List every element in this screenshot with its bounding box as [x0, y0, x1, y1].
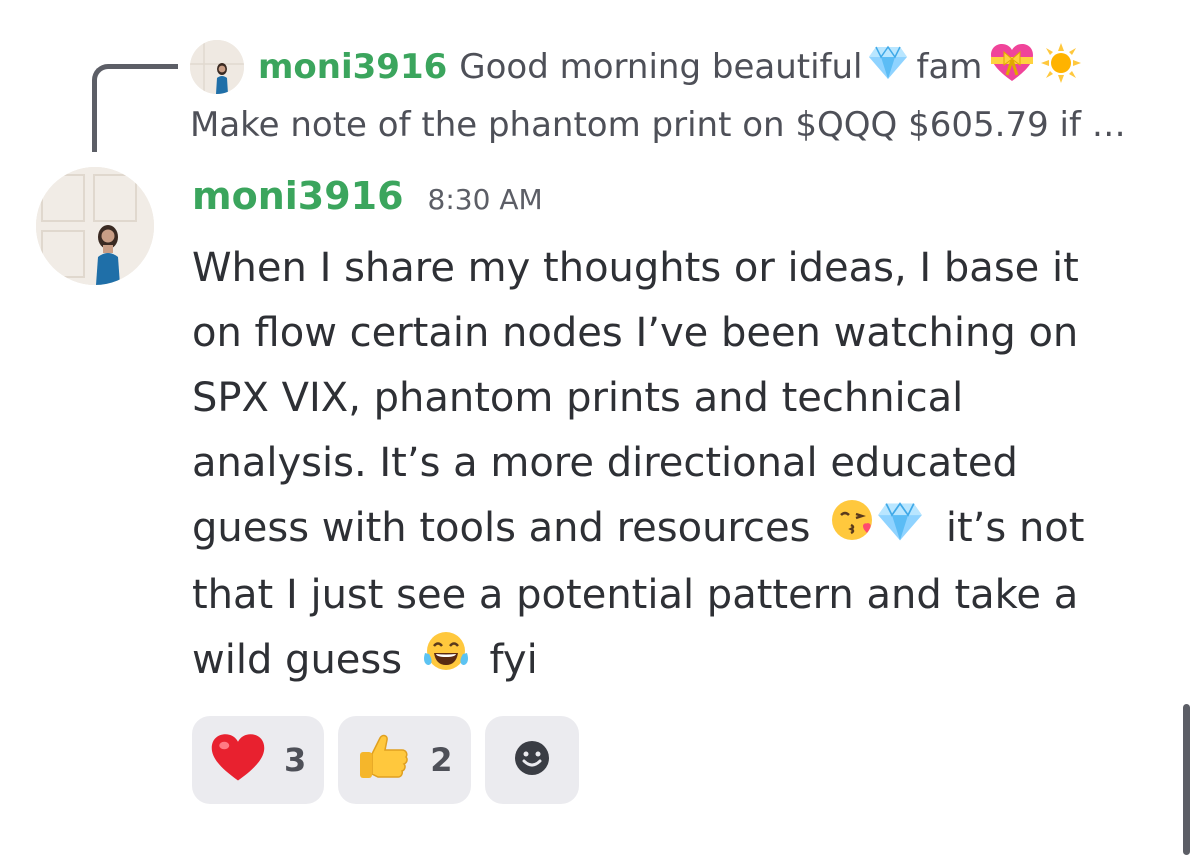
- message-header: moni3916 8:30 AM: [192, 174, 543, 230]
- reaction-heart[interactable]: 3: [192, 716, 325, 804]
- reply-text-start: Good morning beautiful: [459, 47, 863, 87]
- message-text: guess with tools and resources: [192, 505, 811, 551]
- scrollbar[interactable]: [1183, 704, 1190, 855]
- reply-author[interactable]: moni3916: [258, 47, 447, 87]
- thumbs-up-icon: [356, 730, 412, 790]
- reaction-count: 2: [430, 741, 453, 779]
- add-reaction-icon: [514, 740, 550, 780]
- message-line: guess with tools and resources it’s not: [192, 496, 1172, 563]
- message-content: When I share my thoughts or ideas, I bas…: [192, 236, 1172, 695]
- add-reaction-button[interactable]: [484, 716, 579, 804]
- reaction-count: 3: [284, 741, 307, 779]
- gem-icon: [877, 498, 923, 563]
- reaction-thumbs-up[interactable]: 2: [338, 716, 471, 804]
- message-line: on flow certain nodes I’ve been watching…: [192, 310, 1079, 356]
- reply-connector-line: [92, 64, 178, 152]
- message-line: analysis. It’s a more directional educat…: [192, 440, 1018, 486]
- author-name[interactable]: moni3916: [192, 174, 404, 218]
- timestamp[interactable]: 8:30 AM: [428, 183, 543, 216]
- reply-preview[interactable]: moni3916 Good morning beautiful fam: [258, 42, 1158, 92]
- gem-icon: [868, 45, 908, 90]
- avatar[interactable]: [36, 167, 154, 285]
- message-line: SPX VIX, phantom prints and technical: [192, 375, 964, 421]
- laughing-tears-icon: [421, 629, 471, 695]
- reactions-bar: 3 2: [192, 716, 579, 804]
- message-line: that I just see a potential pattern and …: [192, 572, 1079, 618]
- reply-avatar[interactable]: [190, 40, 244, 94]
- sun-icon: [1040, 42, 1082, 93]
- message-text: wild guess: [192, 637, 403, 683]
- red-heart-icon: [210, 733, 266, 787]
- reply-preview-line2[interactable]: Make note of the phantom print on $QQQ $…: [190, 100, 1170, 150]
- reply-text-end: fam: [916, 47, 983, 87]
- message-text: fyi: [489, 637, 538, 683]
- kissing-face-icon: [831, 497, 877, 563]
- message-text: it’s not: [945, 505, 1085, 551]
- heart-with-ribbon-icon: [990, 43, 1034, 92]
- message-line: When I share my thoughts or ideas, I bas…: [192, 245, 1079, 291]
- message-line: wild guess fyi: [192, 628, 1172, 695]
